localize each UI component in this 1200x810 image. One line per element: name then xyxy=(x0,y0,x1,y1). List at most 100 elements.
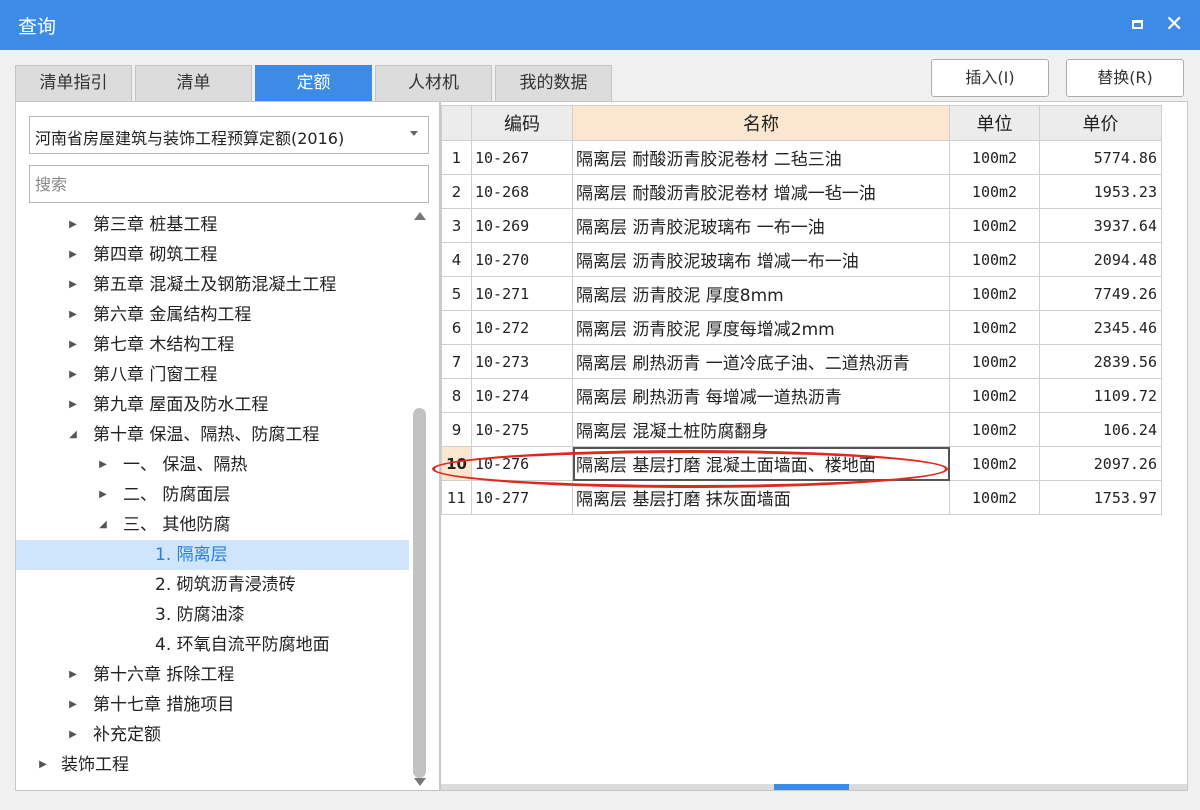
row-name[interactable]: 隔离层 刷热沥青 每增减一道热沥青 xyxy=(572,378,950,413)
row-unit[interactable]: 100m2 xyxy=(949,242,1040,277)
collapsed-arrow-icon[interactable]: ▶ xyxy=(96,450,110,480)
tree-node[interactable]: ▶ 装饰工程 xyxy=(16,750,409,780)
header-price[interactable]: 单价 xyxy=(1039,105,1162,141)
expanded-arrow-icon[interactable]: ◢ xyxy=(66,420,80,450)
collapsed-arrow-icon[interactable]: ▶ xyxy=(66,240,80,270)
row-price[interactable]: 2094.48 xyxy=(1039,242,1162,277)
tree-node[interactable]: ▶ 第四章 砌筑工程 xyxy=(16,240,409,270)
row-price[interactable]: 2097.26 xyxy=(1039,446,1162,481)
tree-node[interactable]: ▶ 第八章 门窗工程 xyxy=(16,360,409,390)
row-price[interactable]: 2839.56 xyxy=(1039,344,1162,379)
row-name[interactable]: 隔离层 基层打磨 抹灰面墙面 xyxy=(572,480,950,515)
row-name[interactable]: 隔离层 耐酸沥青胶泥卷材 增减一毡一油 xyxy=(572,174,950,209)
tab-labor-material-machine[interactable]: 人材机 xyxy=(375,65,492,101)
row-unit[interactable]: 100m2 xyxy=(949,174,1040,209)
row-unit[interactable]: 100m2 xyxy=(949,208,1040,243)
tree-node[interactable]: ▶ 第七章 木结构工程 xyxy=(16,330,409,360)
tree-node[interactable]: 1. 隔离层 xyxy=(16,540,409,570)
row-price[interactable]: 1953.23 xyxy=(1039,174,1162,209)
collapsed-arrow-icon[interactable]: ▶ xyxy=(66,720,80,750)
row-name[interactable]: 隔离层 混凝土桩防腐翻身 xyxy=(572,412,950,447)
table-row[interactable]: 2 10-268 隔离层 耐酸沥青胶泥卷材 增减一毡一油 100m2 1953.23 xyxy=(441,174,1162,209)
tab-list-guide[interactable]: 清单指引 xyxy=(15,65,132,101)
tree-node[interactable]: ▶ 第十六章 拆除工程 xyxy=(16,660,409,690)
row-name[interactable]: 隔离层 沥青胶泥 厚度8mm xyxy=(572,276,950,311)
row-price[interactable]: 5774.86 xyxy=(1039,140,1162,175)
row-unit[interactable]: 100m2 xyxy=(949,310,1040,345)
collapsed-arrow-icon[interactable]: ▶ xyxy=(66,330,80,360)
scroll-grip-icon[interactable] xyxy=(774,784,849,790)
collapsed-arrow-icon[interactable]: ▶ xyxy=(36,750,50,780)
table-row[interactable]: 3 10-269 隔离层 沥青胶泥玻璃布 一布一油 100m2 3937.64 xyxy=(441,208,1162,243)
tree-node[interactable]: 3. 防腐油漆 xyxy=(16,600,409,630)
table-row[interactable]: 1 10-267 隔离层 耐酸沥青胶泥卷材 二毡三油 100m2 5774.86 xyxy=(441,140,1162,175)
tree-node[interactable]: 2. 砌筑沥青浸渍砖 xyxy=(16,570,409,600)
header-unit[interactable]: 单位 xyxy=(949,105,1040,141)
row-name[interactable]: 隔离层 沥青胶泥玻璃布 增减一布一油 xyxy=(572,242,950,277)
row-price[interactable]: 106.24 xyxy=(1039,412,1162,447)
tree-node[interactable]: ▶ 第九章 屋面及防水工程 xyxy=(16,390,409,420)
row-unit[interactable]: 100m2 xyxy=(949,480,1040,515)
row-unit[interactable]: 100m2 xyxy=(949,140,1040,175)
row-price[interactable]: 1109.72 xyxy=(1039,378,1162,413)
tree-node[interactable]: ◢ 第十章 保温、隔热、防腐工程 xyxy=(16,420,409,450)
row-code[interactable]: 10-268 xyxy=(471,174,573,209)
row-unit[interactable]: 100m2 xyxy=(949,276,1040,311)
tree-scrollbar[interactable] xyxy=(411,208,429,788)
tree-node[interactable]: ▶ 第六章 金属结构工程 xyxy=(16,300,409,330)
horizontal-scrollbar[interactable] xyxy=(441,784,1187,790)
row-code[interactable]: 10-273 xyxy=(471,344,573,379)
header-name[interactable]: 名称 xyxy=(572,105,950,141)
scrollbar-thumb[interactable] xyxy=(413,408,426,778)
table-row[interactable]: 4 10-270 隔离层 沥青胶泥玻璃布 增减一布一油 100m2 2094.48 xyxy=(441,242,1162,277)
row-unit[interactable]: 100m2 xyxy=(949,412,1040,447)
row-name[interactable]: 隔离层 刷热沥青 一道冷底子油、二道热沥青 xyxy=(572,344,950,379)
tree-node[interactable]: ▶ 补充定额 xyxy=(16,720,409,750)
search-input[interactable] xyxy=(29,165,429,203)
table-row[interactable]: 5 10-271 隔离层 沥青胶泥 厚度8mm 100m2 7749.26 xyxy=(441,276,1162,311)
header-code[interactable]: 编码 xyxy=(471,105,573,141)
row-code[interactable]: 10-275 xyxy=(471,412,573,447)
row-code[interactable]: 10-277 xyxy=(471,480,573,515)
tree-node[interactable]: ▶ 二、 防腐面层 xyxy=(16,480,409,510)
tab-my-data[interactable]: 我的数据 xyxy=(495,65,612,101)
tab-quota[interactable]: 定额 xyxy=(255,65,372,101)
row-price[interactable]: 7749.26 xyxy=(1039,276,1162,311)
collapsed-arrow-icon[interactable]: ▶ xyxy=(66,390,80,420)
tree-node[interactable]: 4. 环氧自流平防腐地面 xyxy=(16,630,409,660)
scroll-up-icon[interactable] xyxy=(414,212,426,220)
tree-node[interactable]: ▶ 第三章 桩基工程 xyxy=(16,210,409,240)
row-code[interactable]: 10-274 xyxy=(471,378,573,413)
table-row[interactable]: 8 10-274 隔离层 刷热沥青 每增减一道热沥青 100m2 1109.72 xyxy=(441,378,1162,413)
table-row[interactable]: 10 10-276 隔离层 基层打磨 混凝土面墙面、楼地面 100m2 2097.26 xyxy=(441,446,1162,481)
row-name[interactable]: 隔离层 耐酸沥青胶泥卷材 二毡三油 xyxy=(572,140,950,175)
row-name[interactable]: 隔离层 基层打磨 混凝土面墙面、楼地面 xyxy=(572,446,950,481)
tree-node[interactable]: ▶ 第五章 混凝土及钢筋混凝土工程 xyxy=(16,270,409,300)
row-price[interactable]: 1753.97 xyxy=(1039,480,1162,515)
row-code[interactable]: 10-270 xyxy=(471,242,573,277)
collapsed-arrow-icon[interactable]: ▶ xyxy=(96,480,110,510)
collapsed-arrow-icon[interactable]: ▶ xyxy=(66,360,80,390)
row-name[interactable]: 隔离层 沥青胶泥 厚度每增减2mm xyxy=(572,310,950,345)
row-unit[interactable]: 100m2 xyxy=(949,344,1040,379)
collapsed-arrow-icon[interactable]: ▶ xyxy=(66,300,80,330)
table-row[interactable]: 6 10-272 隔离层 沥青胶泥 厚度每增减2mm 100m2 2345.46 xyxy=(441,310,1162,345)
maximize-button[interactable] xyxy=(1123,10,1153,40)
collapsed-arrow-icon[interactable]: ▶ xyxy=(66,210,80,240)
row-price[interactable]: 2345.46 xyxy=(1039,310,1162,345)
row-price[interactable]: 3937.64 xyxy=(1039,208,1162,243)
tree-node[interactable]: ▶ 第十七章 措施项目 xyxy=(16,690,409,720)
row-unit[interactable]: 100m2 xyxy=(949,446,1040,481)
collapsed-arrow-icon[interactable]: ▶ xyxy=(66,660,80,690)
replace-button[interactable]: 替换(R) xyxy=(1066,59,1184,97)
scroll-down-icon[interactable] xyxy=(414,778,426,786)
table-row[interactable]: 9 10-275 隔离层 混凝土桩防腐翻身 100m2 106.24 xyxy=(441,412,1162,447)
row-code[interactable]: 10-269 xyxy=(471,208,573,243)
row-code[interactable]: 10-276 xyxy=(471,446,573,481)
tree-node[interactable]: ▶ 一、 保温、隔热 xyxy=(16,450,409,480)
row-code[interactable]: 10-267 xyxy=(471,140,573,175)
quota-library-select[interactable]: 河南省房屋建筑与装饰工程预算定额(2016) xyxy=(29,116,429,154)
tab-list[interactable]: 清单 xyxy=(135,65,252,101)
table-row[interactable]: 7 10-273 隔离层 刷热沥青 一道冷底子油、二道热沥青 100m2 2839.56 xyxy=(441,344,1162,379)
collapsed-arrow-icon[interactable]: ▶ xyxy=(66,270,80,300)
